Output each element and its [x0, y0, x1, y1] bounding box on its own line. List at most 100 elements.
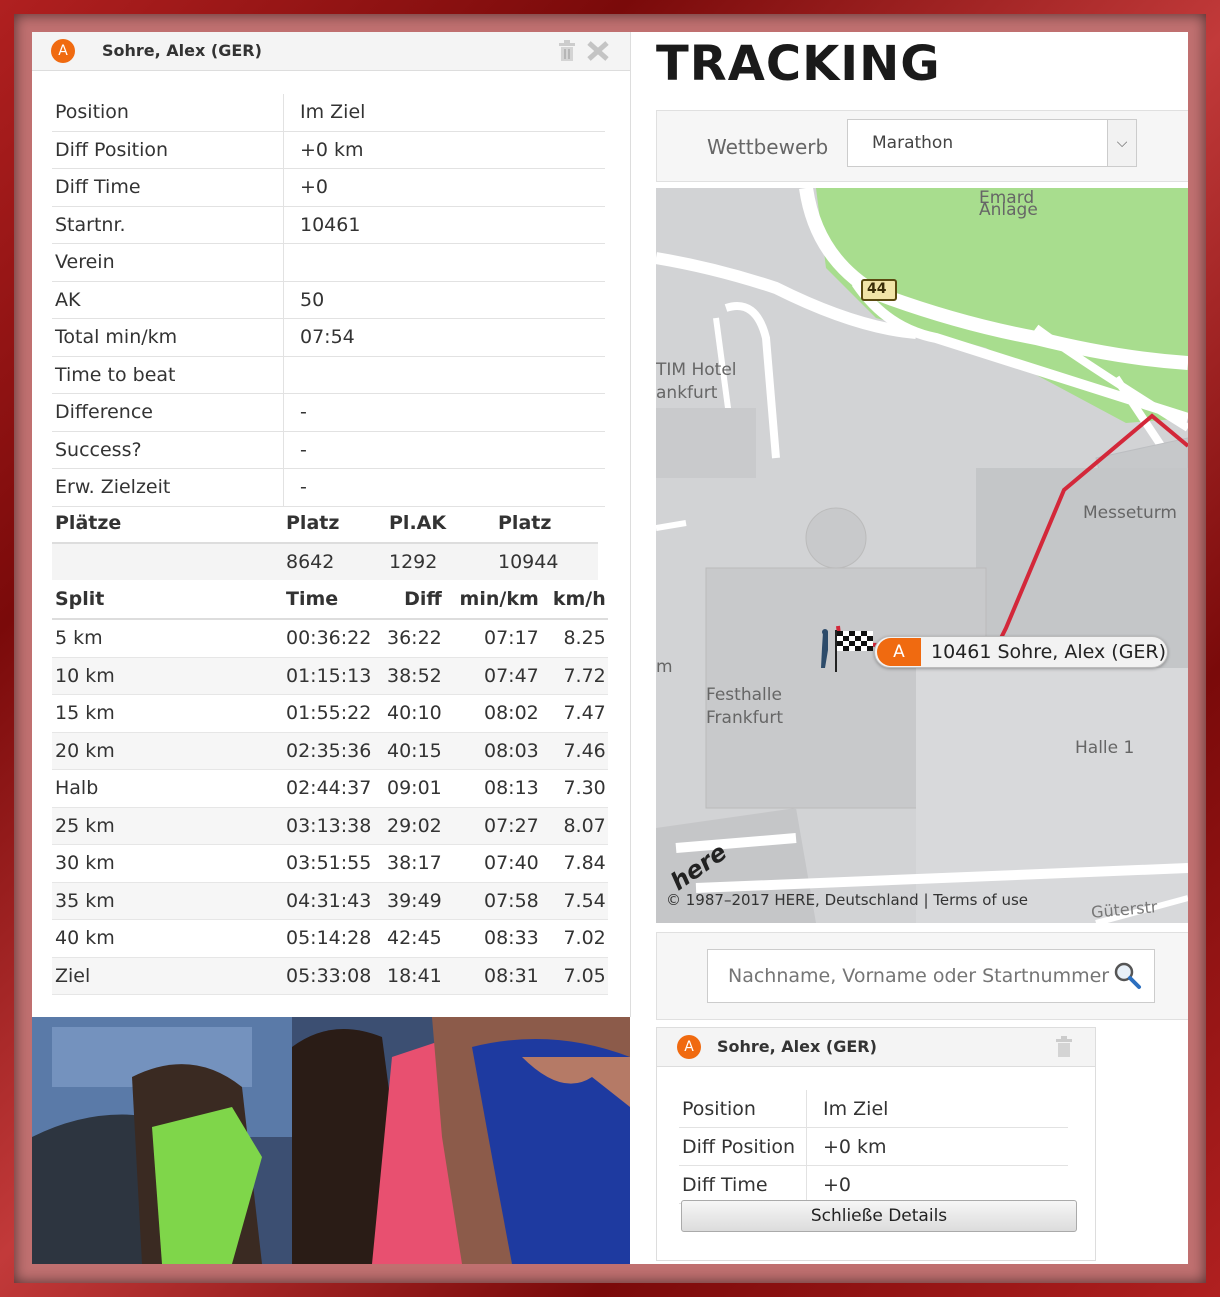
trash-icon[interactable] — [558, 40, 576, 62]
mini-detail-label: Position — [679, 1090, 807, 1128]
page-title: TRACKING — [656, 36, 941, 92]
split-cell: Halb — [52, 769, 283, 808]
split-cell: 38:17 — [384, 844, 444, 883]
detail-row: Success? - — [52, 431, 605, 469]
athlete-map-marker[interactable]: A 10461 Sohre, Alex (GER) — [874, 636, 1168, 668]
runner-and-finish-flag-icon[interactable] — [816, 628, 874, 676]
map-label-halle: Halle 1 — [1075, 738, 1135, 758]
detail-row: Diff Time +0 — [52, 168, 605, 207]
split-row: Ziel 05:33:08 18:41 08:31 7.05 — [52, 957, 608, 995]
splits-header: min/km — [443, 580, 541, 620]
competition-bar: Wettbewerb Marathon ⌵ — [656, 110, 1188, 182]
split-cell: 40:15 — [384, 732, 444, 770]
split-cell: 02:35:36 — [283, 732, 384, 770]
mini-detail-label: Diff Time — [679, 1165, 807, 1204]
split-row: Halb 02:44:37 09:01 08:13 7.30 — [52, 769, 608, 808]
places-header: Platz — [495, 504, 598, 544]
athlete-panel-header: A Sohre, Alex (GER) — [32, 32, 630, 71]
split-cell: 10 km — [52, 657, 283, 695]
map-label-hotel: ankfurt — [656, 383, 718, 403]
split-cell: 7.05 — [540, 957, 608, 995]
split-cell: 01:55:22 — [283, 694, 384, 733]
split-cell: 35 km — [52, 882, 283, 920]
detail-label: Position — [52, 94, 284, 132]
places-table: Plätze Platz Pl.AK Platz 8642 1292 10944 — [52, 504, 598, 580]
detail-value: +0 km — [283, 131, 605, 169]
split-cell: 09:01 — [384, 769, 444, 808]
split-cell: 07:17 — [443, 619, 541, 658]
split-cell: 7.54 — [540, 882, 608, 920]
split-cell: 01:15:13 — [283, 657, 384, 695]
places-header: Platz — [283, 504, 386, 544]
split-cell: 02:44:37 — [283, 769, 384, 808]
detail-row: Startnr. 10461 — [52, 206, 605, 244]
split-cell: 40:10 — [384, 694, 444, 733]
detail-row: Difference - — [52, 393, 605, 432]
split-cell: 8.25 — [540, 619, 608, 658]
split-cell: 15 km — [52, 694, 283, 733]
split-cell: 05:33:08 — [283, 957, 384, 995]
places-value: 1292 — [386, 543, 495, 580]
map-label-fragment: m — [656, 657, 673, 677]
detail-row: Time to beat — [52, 356, 605, 394]
mini-card-avatar: A — [677, 1035, 701, 1059]
split-cell: 20 km — [52, 732, 283, 770]
splits-header: Split — [52, 580, 283, 620]
detail-value: +0 — [283, 168, 605, 207]
detail-label: Success? — [52, 431, 284, 469]
detail-row: Verein — [52, 243, 605, 282]
trash-icon[interactable] — [1055, 1036, 1073, 1058]
split-cell: 39:49 — [384, 882, 444, 920]
detail-row: Total min/km 07:54 — [52, 318, 605, 357]
detail-label: Diff Time — [52, 168, 284, 207]
screen-canvas: A Sohre, Alex (GER) Position Im Ziel Diff … — [32, 32, 1188, 1264]
split-cell: 08:02 — [443, 694, 541, 733]
split-cell: 5 km — [52, 619, 283, 658]
splits-header: Time — [283, 580, 384, 620]
map-graphics — [656, 188, 1188, 923]
chevron-down-icon[interactable]: ⌵ — [1107, 120, 1136, 166]
mini-detail-value: +0 — [806, 1165, 1068, 1204]
split-cell: 7.84 — [540, 844, 608, 883]
detail-label: Diff Position — [52, 131, 284, 169]
detail-label: AK — [52, 281, 284, 319]
split-cell: 00:36:22 — [283, 619, 384, 658]
split-cell: 07:58 — [443, 882, 541, 920]
split-cell: 29:02 — [384, 807, 444, 845]
athlete-name: Sohre, Alex (GER) — [102, 41, 262, 60]
mini-detail-label: Diff Position — [679, 1127, 807, 1166]
map-attribution[interactable]: © 1987–2017 HERE, Deutschland | Terms of… — [666, 891, 1028, 909]
mini-card-details: Position Im Ziel Diff Position +0 km Diff Ti… — [679, 1090, 1068, 1204]
map-label-hotel: TIM Hotel — [656, 360, 737, 380]
detail-value: 07:54 — [283, 318, 605, 357]
places-header: Plätze — [52, 504, 283, 544]
tracking-map[interactable]: Emard Anlage 44 TIM Hotel ankfurt Messet… — [656, 188, 1188, 923]
split-row: 10 km 01:15:13 38:52 07:47 7.72 — [52, 657, 608, 695]
split-cell: 7.02 — [540, 919, 608, 958]
split-cell: 08:13 — [443, 769, 541, 808]
marker-letter: A — [877, 638, 921, 666]
split-cell: 07:40 — [443, 844, 541, 883]
split-cell: 7.46 — [540, 732, 608, 770]
detail-value: - — [283, 468, 605, 507]
detail-value: 10461 — [283, 206, 605, 244]
search-box — [707, 949, 1155, 1003]
detail-label: Verein — [52, 243, 284, 282]
search-icon[interactable] — [1112, 960, 1142, 990]
split-cell: 03:13:38 — [283, 807, 384, 845]
mini-detail-value: Im Ziel — [806, 1090, 1068, 1128]
map-label-festhalle: Frankfurt — [706, 708, 783, 728]
split-cell: 8.07 — [540, 807, 608, 845]
search-bar — [656, 932, 1188, 1020]
split-cell: 08:31 — [443, 957, 541, 995]
detail-value — [283, 243, 605, 282]
close-icon[interactable] — [586, 40, 610, 62]
split-cell: 7.47 — [540, 694, 608, 733]
athlete-search-input[interactable] — [708, 950, 1130, 1002]
places-value: 8642 — [283, 543, 386, 580]
close-details-button[interactable]: Schließe Details — [681, 1200, 1077, 1232]
detail-label: Total min/km — [52, 318, 284, 357]
split-cell: 42:45 — [384, 919, 444, 958]
detail-label: Erw. Zielzeit — [52, 468, 284, 507]
competition-select[interactable]: Marathon ⌵ — [847, 119, 1137, 167]
